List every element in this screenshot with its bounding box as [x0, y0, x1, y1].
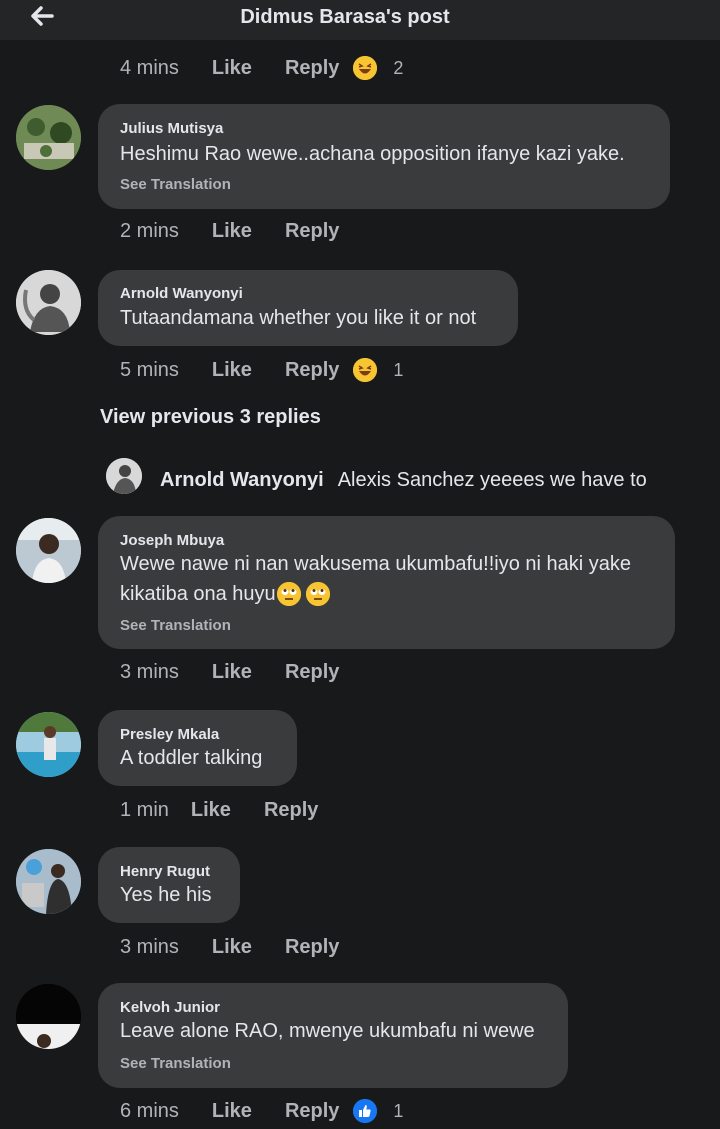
comment-time: 4 mins: [120, 56, 179, 79]
reply-button[interactable]: Reply: [285, 220, 339, 243]
avatar[interactable]: [16, 518, 81, 583]
like-button[interactable]: Like: [212, 1100, 252, 1123]
comment-author[interactable]: Henry Rugut: [120, 863, 210, 880]
avatar[interactable]: [16, 849, 81, 914]
comment-meta-row: 2 mins Like Reply: [120, 220, 372, 243]
rolling-eyes-emoji-icon: [276, 582, 301, 606]
comment-meta-row: 3 mins Like Reply: [120, 661, 372, 684]
comment-time: 6 mins: [120, 1099, 179, 1122]
reply-button[interactable]: Reply: [285, 1100, 339, 1123]
comment-time: 3 mins: [120, 936, 179, 958]
comment-time: 3 mins: [120, 661, 179, 683]
avatar[interactable]: [16, 984, 81, 1049]
see-translation-link[interactable]: See Translation: [120, 1055, 231, 1072]
reaction-count: 1: [393, 359, 404, 380]
thumbs-up-reaction-icon: [353, 1099, 378, 1123]
page-title: Didmus Barasa's post: [240, 6, 450, 28]
comment-text-line-2: kikatiba ona huyu: [120, 579, 330, 609]
like-button[interactable]: Like: [212, 220, 252, 243]
rolling-eyes-emoji-icon: [305, 582, 330, 606]
reply-preview-text: Alexis Sanchez yeeees we have to: [337, 469, 647, 491]
reply-button[interactable]: Reply: [285, 936, 339, 959]
comment-meta-row: 1 min Like Reply: [120, 799, 351, 822]
comment-text: A toddler talking: [120, 747, 263, 769]
comment-meta-row: 6 mins Like Reply 1: [120, 1099, 436, 1123]
haha-reaction-icon: [353, 358, 378, 382]
reaction-count: 2: [393, 57, 404, 78]
comment-author[interactable]: Joseph Mbuya: [120, 532, 224, 549]
comment-text: kikatiba ona huyu: [120, 583, 276, 605]
comment-text-line-1: Wewe nawe ni nan wakusema ukumbafu!!iyo …: [120, 553, 632, 575]
reaction-count: 1: [393, 1100, 404, 1121]
comment-text: Leave alone RAO, mwenye ukumbafu ni wewe: [120, 1020, 535, 1042]
reply-button[interactable]: Reply: [285, 359, 339, 382]
see-translation-link[interactable]: See Translation: [120, 617, 231, 634]
view-previous-replies-link[interactable]: View previous 3 replies: [100, 406, 321, 429]
avatar[interactable]: [16, 712, 81, 777]
comment-author[interactable]: Arnold Wanyonyi: [120, 285, 243, 302]
like-button[interactable]: Like: [191, 799, 231, 822]
comment-text: Yes he his: [120, 884, 212, 906]
avatar[interactable]: [106, 458, 142, 494]
see-translation-link[interactable]: See Translation: [120, 176, 231, 193]
reply-button[interactable]: Reply: [264, 799, 318, 822]
comment-author[interactable]: Julius Mutisya: [120, 120, 223, 137]
haha-reaction-icon: [353, 56, 378, 80]
comment-time: 5 mins: [120, 358, 179, 381]
comment-meta-row: 4 mins Like Reply 2: [120, 56, 436, 80]
reply-preview-author: Arnold Wanyonyi: [160, 469, 324, 491]
reply-preview[interactable]: Arnold Wanyonyi Alexis Sanchez yeeees we…: [160, 469, 647, 492]
comment-time: 2 mins: [120, 220, 179, 242]
like-button[interactable]: Like: [212, 57, 252, 80]
comment-time: 1 min: [120, 799, 169, 821]
comment-author[interactable]: Kelvoh Junior: [120, 999, 220, 1016]
reply-button[interactable]: Reply: [285, 661, 339, 684]
comment-meta-row: 3 mins Like Reply: [120, 936, 372, 959]
like-button[interactable]: Like: [212, 359, 252, 382]
like-button[interactable]: Like: [212, 661, 252, 684]
like-button[interactable]: Like: [212, 936, 252, 959]
avatar[interactable]: [16, 270, 81, 335]
avatar[interactable]: [16, 105, 81, 170]
comment-text: Heshimu Rao wewe..achana opposition ifan…: [120, 143, 625, 165]
comment-meta-row: 5 mins Like Reply 1: [120, 358, 436, 382]
comment-text: Tutaandamana whether you like it or not: [120, 307, 477, 329]
comment-author[interactable]: Presley Mkala: [120, 726, 219, 743]
reply-button[interactable]: Reply: [285, 57, 339, 80]
